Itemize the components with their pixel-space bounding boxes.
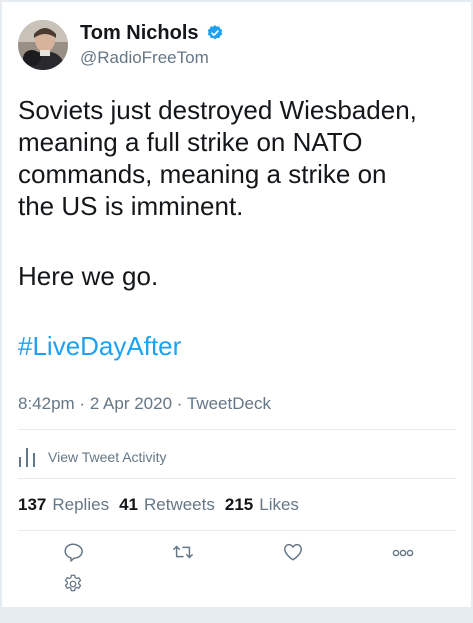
tweet-line: commands, meaning a strike on [18, 159, 387, 189]
tweet-line: Here we go. [18, 261, 159, 291]
tweet-text: Soviets just destroyed Wiesbaden, meanin… [18, 94, 458, 362]
meta-separator: · [74, 394, 90, 413]
heart-icon [282, 541, 304, 568]
tweet-header: Tom Nichols @RadioFreeTom [18, 18, 224, 72]
tweet-source[interactable]: TweetDeck [187, 394, 271, 413]
tweet-line: meaning a full strike on NATO [18, 127, 363, 157]
tweet-card: Tom Nichols @RadioFreeTom Soviets just d… [1, 1, 472, 608]
gear-icon [62, 573, 84, 600]
verified-badge-icon [206, 24, 224, 42]
avatar[interactable] [18, 20, 68, 70]
name-row: Tom Nichols [80, 21, 224, 45]
replies-count[interactable]: 137 [18, 494, 46, 516]
tweet-meta: 8:42pm · 2 Apr 2020 · TweetDeck [18, 393, 271, 415]
hashtag-link[interactable]: #LiveDayAfter [18, 331, 181, 361]
likes-label[interactable]: Likes [259, 494, 299, 516]
retweet-button[interactable] [171, 542, 195, 566]
settings-button[interactable] [61, 574, 85, 598]
bar-chart-icon [18, 446, 36, 468]
retweets-label[interactable]: Retweets [144, 494, 215, 516]
user-handle[interactable]: @RadioFreeTom [80, 47, 224, 69]
divider [18, 429, 456, 430]
like-button[interactable] [281, 542, 305, 566]
divider [18, 530, 456, 531]
divider [18, 478, 456, 479]
display-name[interactable]: Tom Nichols [80, 21, 199, 45]
more-button[interactable] [391, 542, 415, 566]
tweet-time[interactable]: 8:42pm [18, 394, 75, 413]
reply-icon [62, 541, 84, 568]
meta-separator: · [172, 394, 187, 413]
tweet-date[interactable]: 2 Apr 2020 [90, 394, 172, 413]
tweet-stats: 137 Replies 41 Retweets 215 Likes [18, 494, 309, 516]
view-tweet-activity-label: View Tweet Activity [48, 449, 167, 465]
more-icon [391, 545, 415, 563]
user-names: Tom Nichols @RadioFreeTom [80, 21, 224, 69]
reply-button[interactable] [61, 542, 85, 566]
retweets-count[interactable]: 41 [119, 494, 138, 516]
tweet-line: Soviets just destroyed Wiesbaden, [18, 95, 417, 125]
view-tweet-activity-button[interactable]: View Tweet Activity [18, 442, 167, 472]
retweet-icon [171, 541, 195, 568]
likes-count[interactable]: 215 [225, 494, 253, 516]
replies-label[interactable]: Replies [52, 494, 109, 516]
tweet-line: the US is imminent. [18, 191, 244, 221]
avatar-image [18, 20, 68, 70]
